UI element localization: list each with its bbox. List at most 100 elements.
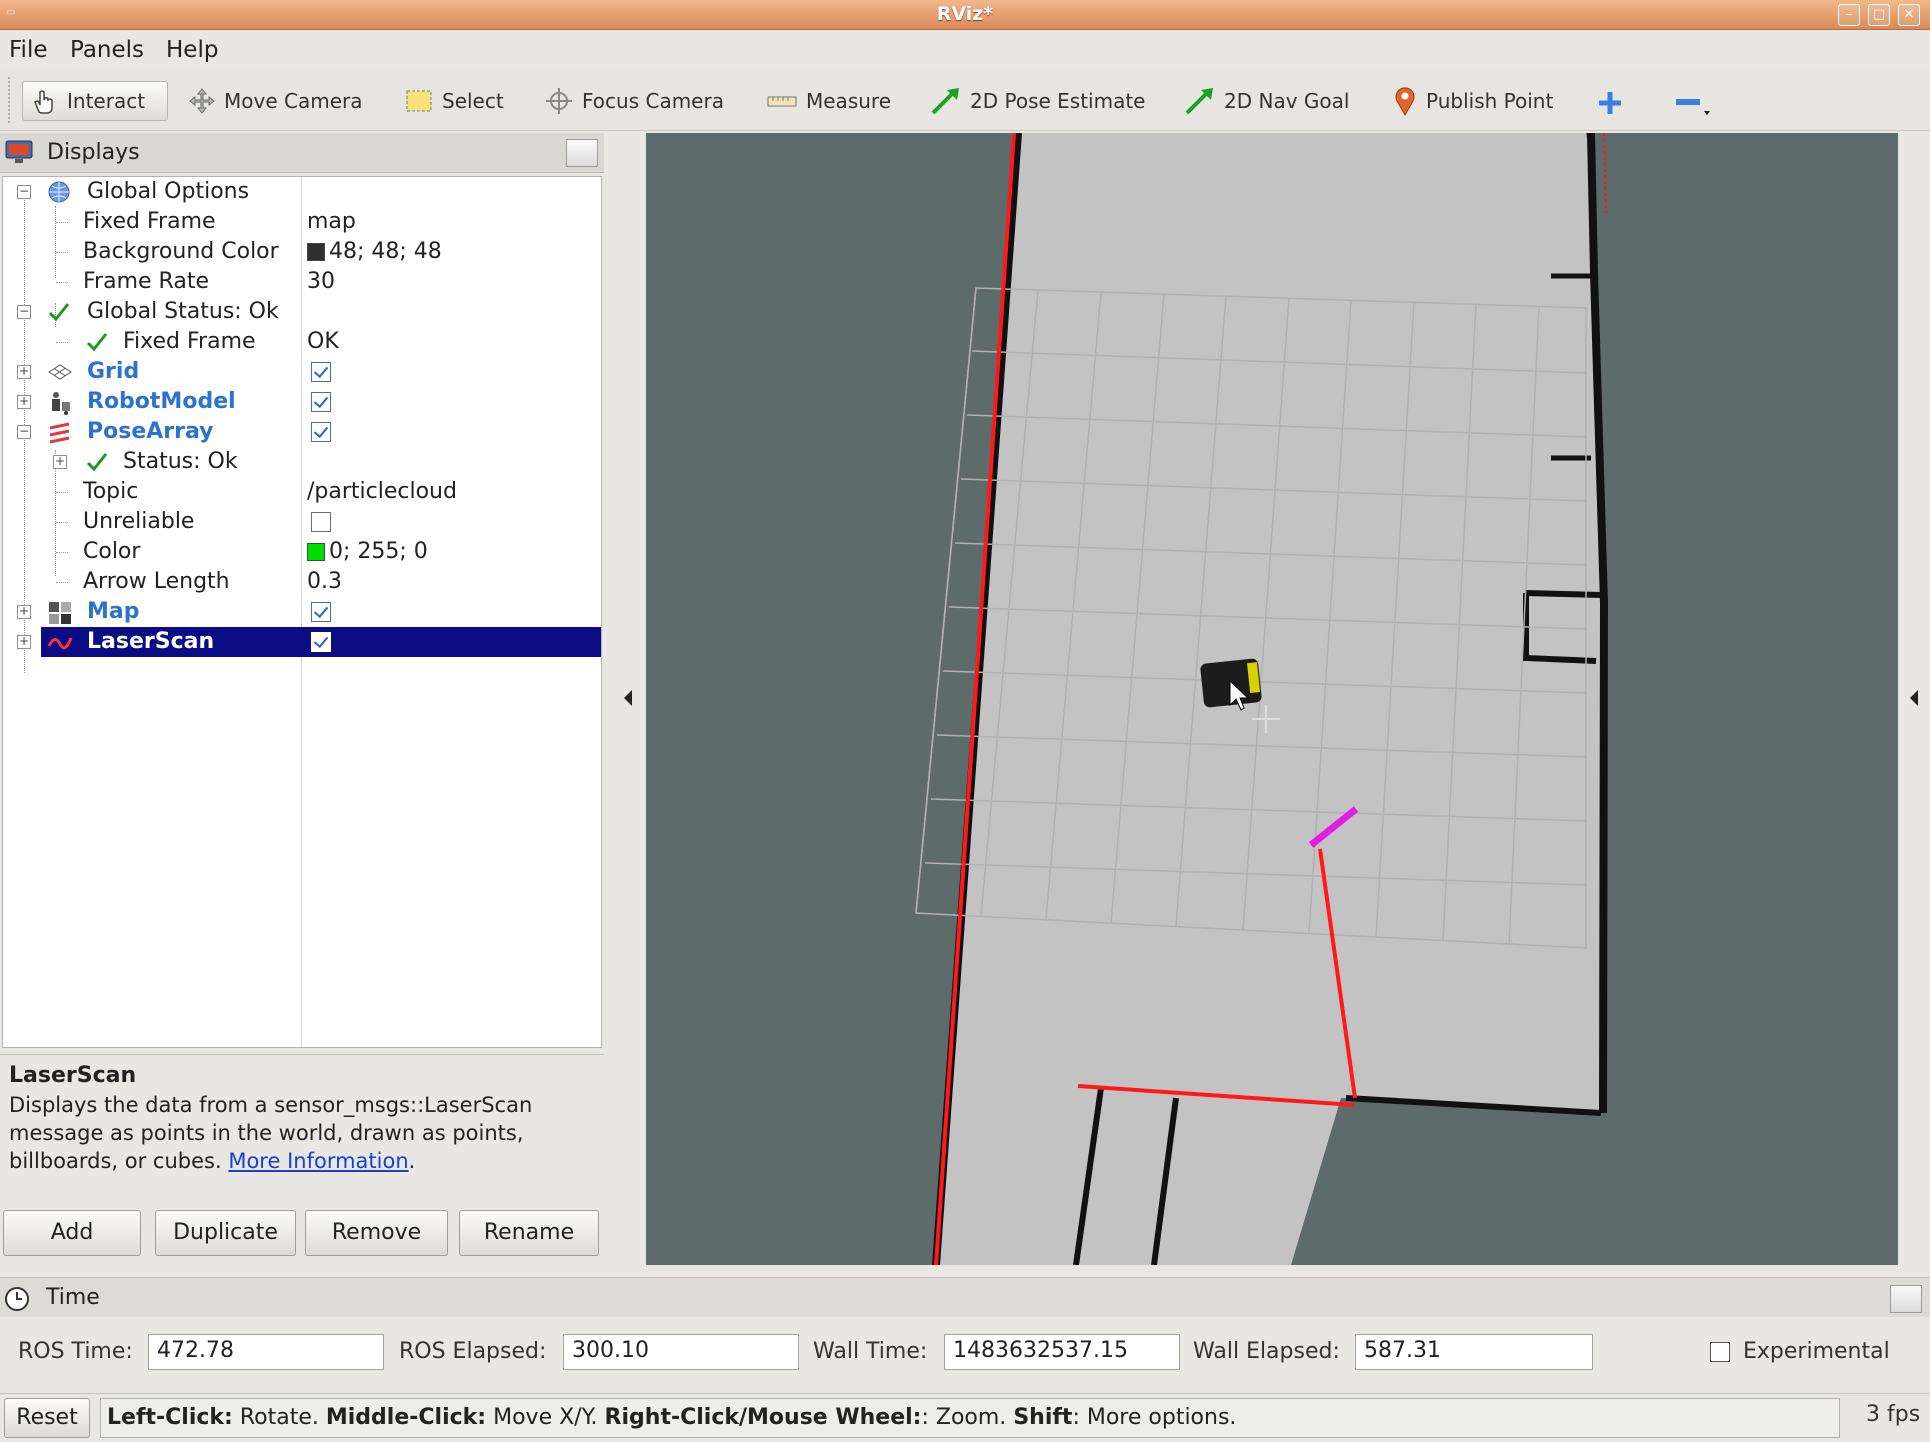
tree-line [56, 552, 68, 553]
description-title: LaserScan [9, 1063, 137, 1088]
laser-points-top-right [1603, 133, 1607, 214]
tree-row-pose-status[interactable]: + Status: Ok [3, 447, 601, 477]
laser-scan-icon [47, 637, 73, 650]
tree-row-pose-array[interactable]: − PoseArray [3, 417, 601, 447]
fixed-frame-label: Fixed Frame [83, 209, 216, 234]
maximize-icon[interactable]: □ [1868, 4, 1890, 26]
robot-model-checkbox[interactable] [311, 392, 331, 412]
unreliable-checkbox[interactable] [311, 512, 331, 532]
experimental-checkbox[interactable] [1710, 1342, 1730, 1362]
map-render[interactable] [646, 133, 1898, 1265]
collapse-left-icon[interactable] [622, 688, 634, 708]
ros-time-field[interactable]: 472.78 [148, 1334, 384, 1370]
status-key: Shift [1013, 1405, 1073, 1430]
duplicate-button[interactable]: Duplicate [155, 1210, 296, 1256]
expand-icon[interactable]: + [17, 605, 31, 619]
expand-icon[interactable]: + [53, 455, 67, 469]
tree-row-global-status[interactable]: − Global Status: Ok [3, 297, 601, 327]
move-camera-icon [189, 88, 215, 114]
toolbar-grip[interactable] [8, 77, 14, 123]
tree-row-fixed-frame[interactable]: Fixed Frame map [3, 207, 601, 237]
tree-line [56, 522, 68, 523]
menu-bar: File Panels Help [0, 31, 1930, 69]
menu-help[interactable]: Help [166, 37, 218, 63]
minimize-icon[interactable]: – [1838, 4, 1860, 26]
color-label: Color [83, 539, 141, 564]
tree-row-robot-model[interactable]: + RobotModel [3, 387, 601, 417]
ros-elapsed-label: ROS Elapsed: [399, 1339, 547, 1364]
tool-move-camera[interactable]: Move Camera [182, 81, 368, 121]
robot-icon [52, 392, 70, 415]
add-button[interactable]: Add [3, 1210, 141, 1256]
tool-focus-camera-label: Focus Camera [582, 89, 724, 113]
laser-scan-checkbox[interactable] [311, 632, 331, 652]
tree-row-map[interactable]: + Map [3, 597, 601, 627]
topic-label: Topic [83, 479, 139, 504]
ros-elapsed-field[interactable]: 300.10 [563, 1334, 799, 1370]
grid-checkbox[interactable] [311, 362, 331, 382]
rename-button[interactable]: Rename [459, 1210, 599, 1256]
tool-publish-point[interactable]: Publish Point [1386, 81, 1559, 121]
panel-float-button[interactable] [566, 139, 598, 167]
robot-model [1200, 658, 1262, 711]
more-information-link[interactable]: More Information [228, 1149, 408, 1173]
tool-2d-nav-goal[interactable]: 2D Nav Goal [1178, 81, 1355, 121]
wall-time-field[interactable]: 1483632537.15 [944, 1334, 1180, 1370]
map-checkbox[interactable] [311, 602, 331, 622]
menu-file[interactable]: File [9, 37, 48, 63]
pose-array-checkbox[interactable] [311, 422, 331, 442]
frame-rate-value[interactable]: 30 [307, 269, 335, 294]
left-splitter[interactable] [604, 133, 646, 1265]
close-icon[interactable]: ✕ [1898, 4, 1920, 26]
status-text: Move X/Y. [486, 1405, 605, 1430]
time-panel-float-button[interactable] [1890, 1285, 1922, 1313]
tree-row-laser-scan[interactable]: + LaserScan [3, 627, 601, 657]
collapse-icon[interactable]: − [17, 305, 31, 319]
pose-array-icon [49, 422, 70, 444]
tree-row-arrow-length[interactable]: Arrow Length 0.3 [3, 567, 601, 597]
select-box-icon [406, 90, 432, 112]
tree-row-unreliable[interactable]: Unreliable [3, 507, 601, 537]
tool-interact[interactable]: Interact [22, 81, 168, 121]
remove-button[interactable]: Remove [305, 1210, 448, 1256]
collapse-icon[interactable]: − [17, 425, 31, 439]
tool-select-label: Select [442, 89, 504, 113]
wall-elapsed-field[interactable]: 587.31 [1355, 1334, 1593, 1370]
expand-icon[interactable]: + [17, 365, 31, 379]
3d-viewport[interactable] [646, 133, 1898, 1265]
tree-row-frame-rate[interactable]: Frame Rate 30 [3, 267, 601, 297]
topic-value[interactable]: /particlecloud [307, 479, 457, 504]
expand-icon[interactable]: + [17, 395, 31, 409]
color-value[interactable]: 0; 255; 0 [307, 539, 428, 564]
tree-row-background-color[interactable]: Background Color 48; 48; 48 [3, 237, 601, 267]
ruler-icon [767, 96, 797, 107]
tree-row-fixed-frame-status[interactable]: Fixed Frame OK [3, 327, 601, 357]
tree-row-grid[interactable]: + Grid [3, 357, 601, 387]
tool-focus-camera[interactable]: Focus Camera [538, 81, 730, 121]
collapse-icon[interactable]: − [17, 185, 31, 199]
tree-row-topic[interactable]: Topic /particlecloud [3, 477, 601, 507]
collapse-right-icon[interactable] [1908, 688, 1920, 708]
tree-row-global-options[interactable]: − Global Options [3, 177, 601, 207]
right-splitter[interactable] [1898, 133, 1930, 1265]
pose-array-label: PoseArray [87, 419, 214, 444]
fixed-frame-value[interactable]: map [307, 209, 356, 234]
reset-button[interactable]: Reset [4, 1398, 90, 1438]
displays-title: Displays [47, 140, 140, 165]
expand-icon[interactable]: + [17, 635, 31, 649]
tool-2d-pose-estimate[interactable]: 2D Pose Estimate [924, 81, 1152, 121]
status-key: Right-Click/Mouse Wheel: [604, 1405, 922, 1430]
background-color-value[interactable]: 48; 48; 48 [307, 239, 442, 264]
tree-row-color[interactable]: Color 0; 255; 0 [3, 537, 601, 567]
fixed-frame-status-value: OK [307, 329, 339, 354]
tree-line [56, 222, 68, 223]
remove-tool-icon[interactable] [1674, 89, 1714, 117]
menu-panels[interactable]: Panels [70, 37, 144, 63]
arrow-length-value[interactable]: 0.3 [307, 569, 342, 594]
tool-select[interactable]: Select [398, 81, 510, 121]
add-tool-icon[interactable] [1596, 89, 1624, 117]
tool-measure[interactable]: Measure [760, 81, 897, 121]
time-panel: ROS Time: 472.78 ROS Elapsed: 300.10 Wal… [0, 1317, 1930, 1391]
map-label: Map [87, 599, 140, 624]
check-icon [48, 303, 70, 322]
